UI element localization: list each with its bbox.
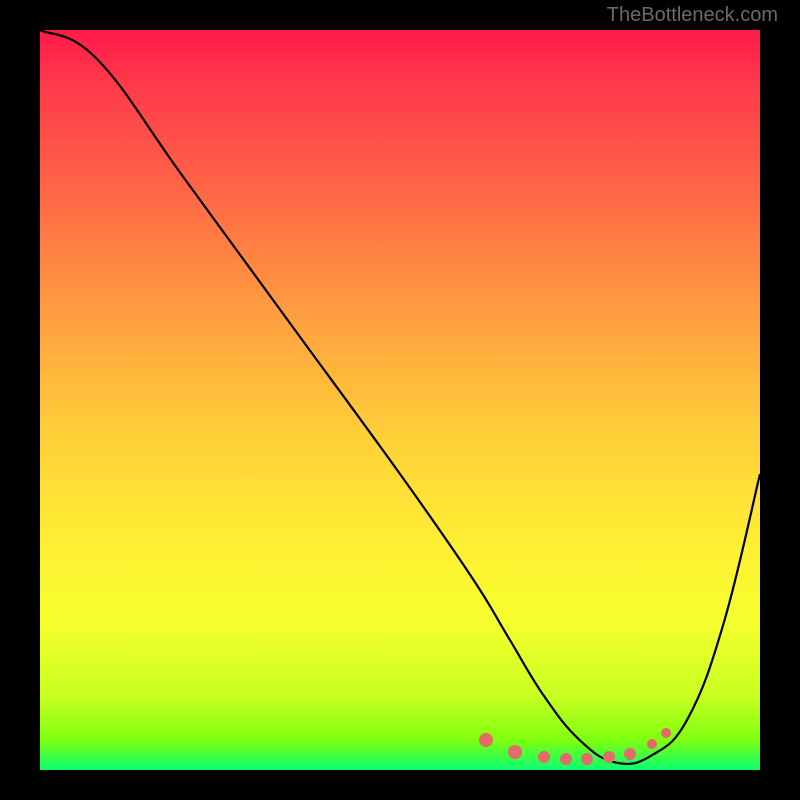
marker-dot — [624, 748, 636, 760]
marker-dot — [538, 751, 550, 763]
watermark-text: TheBottleneck.com — [607, 4, 778, 27]
marker-dot — [508, 745, 522, 759]
marker-dot — [581, 753, 593, 765]
marker-dot — [603, 751, 615, 763]
chart-plot-area — [40, 30, 760, 770]
marker-dot — [647, 739, 657, 749]
chart-marker-dots — [40, 30, 760, 770]
marker-dot — [479, 733, 493, 747]
marker-dot — [661, 728, 671, 738]
marker-dot — [560, 753, 572, 765]
